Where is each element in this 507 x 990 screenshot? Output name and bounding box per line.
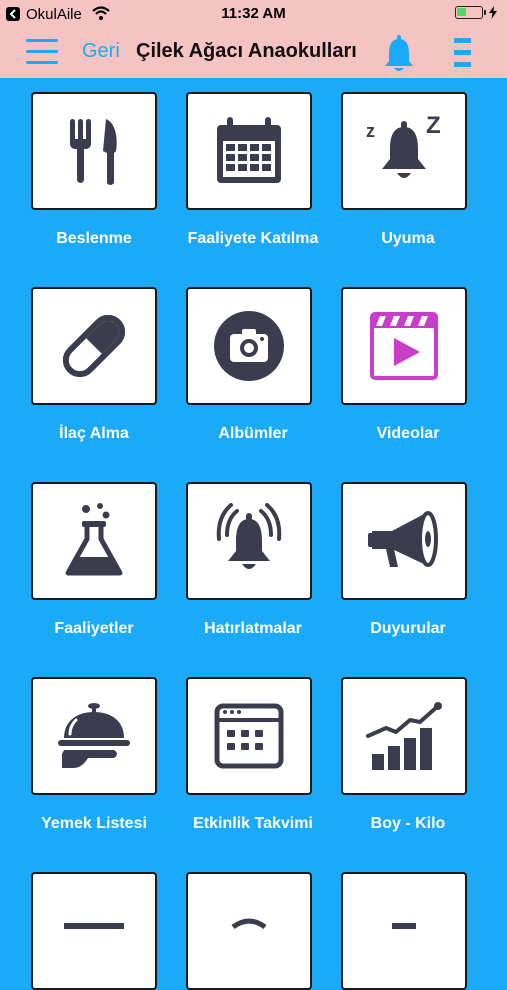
tile-faaliyete-katilma[interactable] [186,92,312,210]
tile-label: Beslenme [56,230,132,247]
notification-bell-icon[interactable] [382,34,416,79]
tile-ilac-alma[interactable] [31,287,157,405]
tile-faaliyetler[interactable] [31,482,157,600]
tile-label: Faaliyete Katılma [187,230,319,247]
hamburger-menu-icon[interactable] [26,39,58,65]
partial-tile-icon [64,923,124,929]
tile-label: Duyurular [370,620,446,637]
fork-knife-icon [70,119,117,185]
tile-beslenme[interactable] [31,92,157,210]
tile-partial[interactable] [341,872,467,990]
tile-albumler[interactable] [186,287,312,405]
svg-text:z: z [366,121,375,141]
tile-videolar[interactable] [341,287,467,405]
svg-text:Z: Z [426,113,441,139]
tile-partial[interactable] [186,872,312,990]
tile-hatirlatmalar[interactable] [186,482,312,600]
camera-icon [214,311,284,381]
partial-tile-icon [392,923,416,929]
megaphone-icon [368,511,438,567]
page-title: Çilek Ağacı Anaokulları [136,40,357,62]
status-time: 11:32 AM [221,5,286,22]
flask-icon [65,503,123,576]
tile-label: Albümler [218,425,288,442]
ringing-bell-icon [216,503,282,569]
tile-uyuma[interactable]: z Z [341,92,467,210]
calendar-icon [217,117,281,183]
tile-boy-kilo[interactable] [341,677,467,795]
navigation-bar: Geri Çilek Ağacı Anaokulları [0,28,507,78]
tile-label: İlaç Alma [59,425,129,442]
tile-yemek-listesi[interactable] [31,677,157,795]
more-options-icon[interactable] [452,38,472,68]
sleeping-bell-icon: z Z [366,113,441,178]
tile-label: Faaliyetler [54,620,134,637]
partial-tile-icon [231,918,267,930]
tile-label: Hatırlatmalar [204,620,302,637]
tile-label: Boy - Kilo [370,815,446,832]
food-cloche-icon [58,703,130,768]
tile-label: Videolar [376,425,440,442]
tile-partial[interactable] [31,872,157,990]
tile-label: Uyuma [381,230,435,247]
top-bar: OkulAile 11:32 AM Geri Çilek Ağacı Anaok… [0,0,507,78]
event-calendar-icon [214,703,284,769]
charging-bolt-icon [489,6,497,19]
tile-duyurular[interactable] [341,482,467,600]
tile-label: Etkinlik Takvimi [193,815,313,832]
growth-chart-icon [366,702,442,770]
tile-etkinlik-takvimi[interactable] [186,677,312,795]
tile-label: Yemek Listesi [41,815,147,832]
pill-icon [62,314,126,378]
status-bar: OkulAile 11:32 AM [0,0,507,28]
back-button[interactable]: Geri [82,40,120,63]
battery-icon [455,6,497,19]
video-play-icon [370,312,438,380]
